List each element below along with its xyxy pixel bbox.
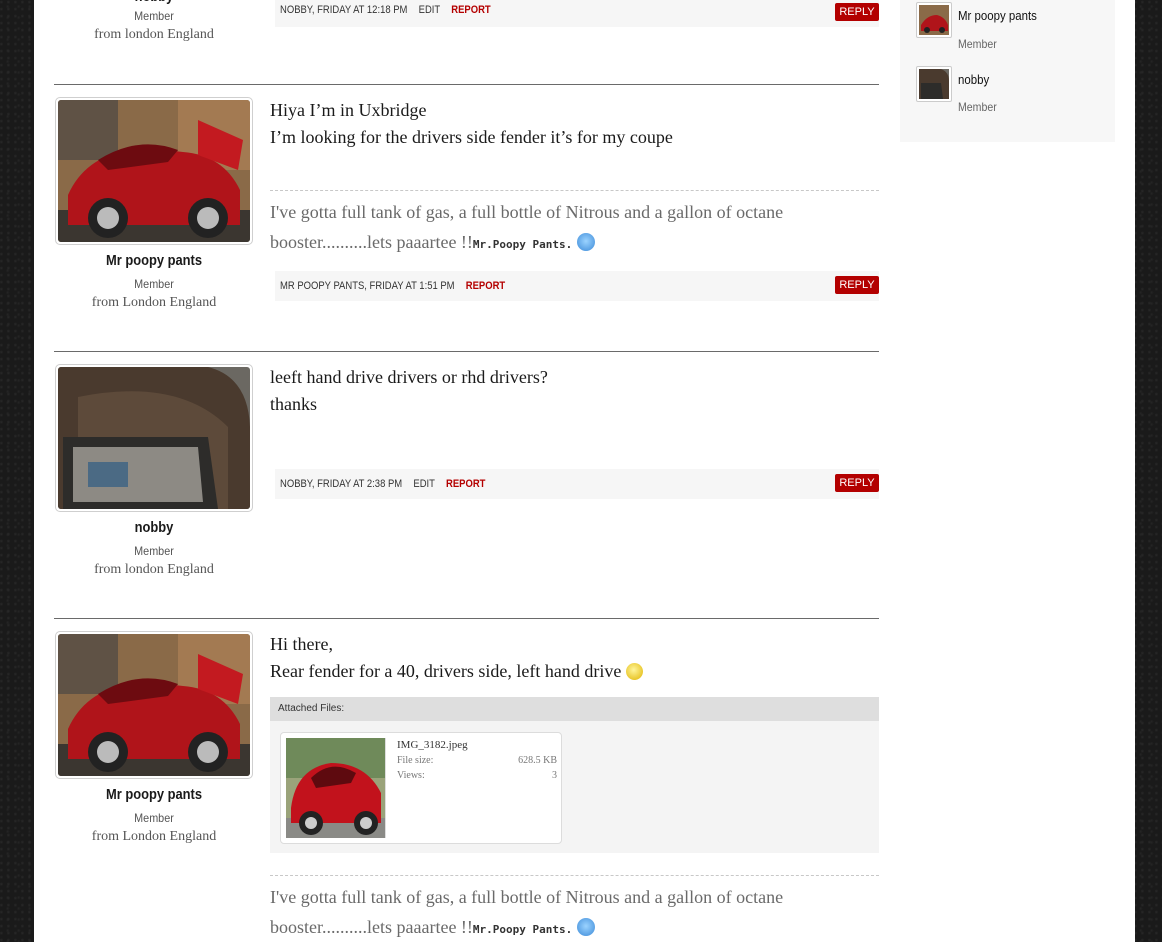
user-location: from London England [91, 295, 217, 310]
file-size-label: File size: [397, 755, 434, 766]
message-line: leeft hand drive drivers or rhd drivers? [270, 367, 548, 387]
member-title: Member [958, 100, 997, 114]
message-meta: nobby, Friday at 12:18 PM Edit Report RE… [275, 0, 879, 27]
post-author-date[interactable]: nobby, Friday at 2:38 PM [280, 478, 402, 490]
sidebar-members: Mr poopy pants Member nobby Member [900, 0, 1115, 142]
member-name-link[interactable]: nobby [958, 72, 989, 87]
message-body: leeft hand drive drivers or rhd drivers?… [270, 364, 879, 418]
avatar[interactable] [55, 97, 253, 245]
post-author-date[interactable]: Mr poopy pants, Friday at 1:51 PM [280, 280, 455, 292]
post-author-date[interactable]: nobby, Friday at 12:18 PM [280, 4, 407, 16]
attachment-item[interactable]: IMG_3182.jpeg File size: 628.5 KB Views: 3 [280, 732, 562, 844]
scared-smiley-icon [576, 233, 595, 251]
user-location: from london England [94, 562, 214, 577]
username-link[interactable]: Mr poopy pants [68, 786, 240, 803]
report-link[interactable]: Report [446, 478, 485, 490]
message-line: thanks [270, 394, 317, 414]
username-link[interactable]: Mr poopy pants [68, 252, 240, 269]
message-post: Mr poopy pants Member from London Englan… [54, 618, 879, 942]
rusty-fender-avatar-image [58, 367, 250, 509]
user-title: Member [134, 544, 174, 558]
attachment-filename[interactable]: IMG_3182.jpeg [397, 739, 557, 751]
smile-icon [625, 663, 643, 680]
signature-name: Mr.Poopy Pants. [472, 923, 573, 936]
edit-link[interactable]: Edit [419, 4, 440, 16]
user-title: Member [134, 811, 174, 825]
user-location: from London England [91, 829, 217, 844]
avatar[interactable] [55, 631, 253, 779]
username-link[interactable]: nobby [68, 519, 240, 536]
user-location: from london England [94, 27, 214, 42]
message-content: Hiya I’m in Uxbridge I’m looking for the… [270, 97, 879, 260]
message-line: Hi there, [270, 634, 333, 654]
member-avatar[interactable] [916, 66, 952, 102]
message-post: nobby Member from london England nobby, … [54, 0, 879, 85]
message-line: I’m looking for the drivers side fender … [270, 127, 673, 147]
member-name-link[interactable]: Mr poopy pants [958, 8, 1037, 23]
attachments: Attached Files: IMG_3182.jpeg File size:… [270, 697, 879, 853]
member-title: Member [958, 37, 997, 51]
message-body: Hiya I’m in Uxbridge I’m looking for the… [270, 97, 879, 151]
message-meta: Mr poopy pants, Friday at 1:51 PM Report… [275, 271, 879, 301]
message-meta: nobby, Friday at 2:38 PM Edit Report REP… [275, 469, 879, 499]
red-car-avatar-image [58, 100, 250, 242]
reply-button[interactable]: REPLY [835, 276, 879, 294]
attachment-thumbnail[interactable] [286, 738, 386, 838]
attachments-header: Attached Files: [270, 697, 879, 721]
user-title: Member [134, 277, 174, 291]
message-content: leeft hand drive drivers or rhd drivers?… [270, 364, 879, 418]
red-car-avatar-image [58, 634, 250, 776]
username-link[interactable]: nobby [68, 0, 240, 5]
scared-smiley-icon [576, 918, 595, 936]
reply-button[interactable]: REPLY [835, 474, 879, 492]
message-body: Hi there, Rear fender for a 40, drivers … [270, 631, 879, 685]
attachment-list: IMG_3182.jpeg File size: 628.5 KB Views: 3 [270, 721, 879, 853]
message-line: Rear fender for a 40, drivers side, left… [270, 658, 879, 685]
signature: I've gotta full tank of gas, a full bott… [270, 875, 879, 942]
attachment-info: IMG_3182.jpeg File size: 628.5 KB Views: 3 [397, 739, 557, 781]
message-post: Mr poopy pants Member from London Englan… [54, 84, 879, 352]
signature-name: Mr.Poopy Pants. [472, 238, 573, 251]
message-content: Hi there, Rear fender for a 40, drivers … [270, 631, 879, 942]
file-size-value: 628.5 KB [518, 755, 557, 766]
message-line: Hiya I’m in Uxbridge [270, 100, 427, 120]
edit-link[interactable]: Edit [413, 478, 434, 490]
views-value: 3 [552, 770, 557, 781]
report-link[interactable]: Report [466, 280, 505, 292]
avatar[interactable] [55, 364, 253, 512]
member-avatar[interactable] [916, 2, 952, 38]
reply-button[interactable]: REPLY [835, 3, 879, 21]
page: nobby Member from london England nobby, … [34, 0, 1135, 942]
user-title: Member [134, 9, 174, 23]
message-post: nobby Member from london England leeft h… [54, 351, 879, 619]
views-label: Views: [397, 770, 425, 781]
signature: I've gotta full tank of gas, a full bott… [270, 190, 879, 260]
report-link[interactable]: Report [451, 4, 490, 16]
